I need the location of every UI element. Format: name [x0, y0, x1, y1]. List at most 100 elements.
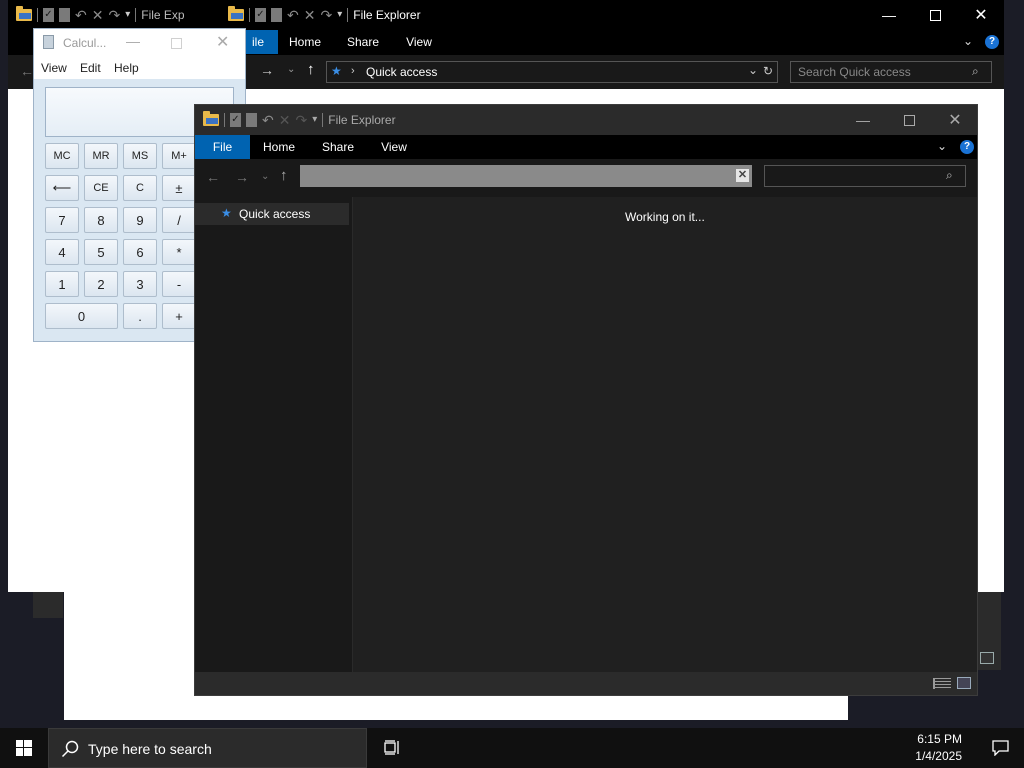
- maximize-icon[interactable]: [171, 38, 182, 49]
- multiply-button[interactable]: *: [162, 239, 196, 265]
- clear-address-icon[interactable]: ✕: [736, 169, 749, 182]
- forward-arrow-icon[interactable]: →: [260, 62, 274, 78]
- close-icon[interactable]: ✕: [216, 32, 229, 52]
- help-icon[interactable]: ?: [985, 35, 999, 49]
- undo-icon[interactable]: ↶: [262, 113, 274, 127]
- menu-edit[interactable]: Edit: [80, 61, 101, 75]
- subtract-button[interactable]: -: [162, 271, 196, 297]
- digit-0-button[interactable]: 0: [45, 303, 118, 329]
- search-icon: [61, 740, 79, 758]
- new-folder-icon[interactable]: [246, 113, 257, 127]
- taskbar-search-input[interactable]: Type here to search: [88, 741, 212, 757]
- separator: [224, 113, 225, 127]
- search-input[interactable]: Search Quick access: [798, 65, 911, 79]
- breadcrumb-separator: ›: [351, 65, 355, 77]
- up-arrow-icon[interactable]: ↑: [307, 61, 315, 78]
- customize-toolbar-icon[interactable]: ▾: [312, 113, 317, 127]
- minimize-button[interactable]: —: [840, 105, 886, 135]
- details-view-icon[interactable]: [933, 678, 951, 689]
- close-button[interactable]: ✕: [958, 0, 1004, 30]
- digit-6-button[interactable]: 6: [123, 239, 157, 265]
- front-file-explorer-window[interactable]: ✓ ↶ ✕ ↷ ▾ File Explorer — ✕ File Home Sh…: [194, 104, 978, 696]
- backspace-button[interactable]: ⟵: [45, 175, 79, 201]
- add-button[interactable]: +: [162, 303, 196, 329]
- redo-icon[interactable]: ↷: [108, 8, 120, 22]
- refresh-icon[interactable]: ↻: [763, 64, 773, 78]
- memory-clear-button[interactable]: MC: [45, 143, 79, 169]
- address-bar[interactable]: ★ › Quick access ⌄ ↻: [326, 61, 778, 83]
- maximize-button[interactable]: [912, 0, 958, 30]
- chevron-down-icon[interactable]: ⌄: [937, 139, 947, 153]
- chevron-down-icon[interactable]: ⌄: [963, 34, 973, 48]
- tab-home[interactable]: Home: [284, 30, 326, 54]
- delete-icon[interactable]: ✕: [279, 113, 291, 127]
- new-folder-icon[interactable]: [271, 8, 282, 22]
- properties-icon[interactable]: ✓: [43, 8, 54, 22]
- address-dropdown-icon[interactable]: ⌄: [748, 63, 758, 77]
- star-icon: ★: [331, 64, 342, 78]
- tab-share[interactable]: Share: [342, 30, 384, 54]
- properties-icon[interactable]: ✓: [255, 8, 266, 22]
- back-arrow-icon[interactable]: ←: [206, 169, 220, 185]
- large-icons-view-icon[interactable]: [957, 677, 971, 689]
- new-folder-icon[interactable]: [59, 8, 70, 22]
- memory-recall-button[interactable]: MR: [84, 143, 118, 169]
- maximize-button[interactable]: [886, 105, 932, 135]
- clear-button[interactable]: C: [123, 175, 157, 201]
- search-box[interactable]: ⌕: [764, 165, 966, 187]
- memory-store-button[interactable]: MS: [123, 143, 157, 169]
- task-view-button[interactable]: [372, 728, 412, 768]
- windows-start-icon: [16, 740, 32, 756]
- digit-2-button[interactable]: 2: [84, 271, 118, 297]
- breadcrumb[interactable]: Quick access: [366, 65, 437, 79]
- help-icon[interactable]: ?: [960, 140, 974, 154]
- menu-view[interactable]: View: [41, 61, 67, 75]
- back-arrow-icon[interactable]: ←: [20, 63, 34, 79]
- clear-entry-button[interactable]: CE: [84, 175, 118, 201]
- memory-add-button[interactable]: M+: [162, 143, 196, 169]
- digit-5-button[interactable]: 5: [84, 239, 118, 265]
- delete-icon[interactable]: ✕: [92, 8, 104, 22]
- minimize-icon[interactable]: —: [126, 33, 140, 49]
- taskbar-search-box[interactable]: Type here to search: [48, 728, 367, 768]
- customize-toolbar-icon[interactable]: ▾: [337, 8, 342, 22]
- digit-7-button[interactable]: 7: [45, 207, 79, 233]
- nav-item-quick-access[interactable]: ★ Quick access: [195, 203, 349, 225]
- separator: [135, 8, 137, 22]
- close-button[interactable]: ✕: [932, 105, 978, 135]
- tab-home[interactable]: Home: [257, 135, 301, 159]
- customize-toolbar-icon[interactable]: ▾: [125, 8, 130, 22]
- up-arrow-icon[interactable]: ↑: [280, 167, 288, 184]
- decimal-button[interactable]: .: [123, 303, 157, 329]
- minimize-button[interactable]: —: [866, 0, 912, 30]
- recent-locations-icon[interactable]: ⌄: [287, 64, 295, 75]
- digit-4-button[interactable]: 4: [45, 239, 79, 265]
- redo-icon[interactable]: ↷: [295, 113, 307, 127]
- undo-icon[interactable]: ↶: [287, 8, 299, 22]
- digit-9-button[interactable]: 9: [123, 207, 157, 233]
- digit-3-button[interactable]: 3: [123, 271, 157, 297]
- action-center-button[interactable]: [978, 728, 1024, 768]
- content-pane[interactable]: Working on it...: [353, 197, 977, 672]
- tab-view[interactable]: View: [400, 30, 438, 54]
- properties-icon[interactable]: ✓: [230, 113, 241, 127]
- minimize-icon: —: [882, 7, 896, 23]
- digit-8-button[interactable]: 8: [84, 207, 118, 233]
- tab-share[interactable]: Share: [315, 135, 361, 159]
- tab-view[interactable]: View: [375, 135, 413, 159]
- negate-button[interactable]: ±: [162, 175, 196, 201]
- redo-icon[interactable]: ↷: [320, 8, 332, 22]
- tab-file[interactable]: File: [195, 135, 250, 159]
- search-box[interactable]: Search Quick access ⌕: [790, 61, 992, 83]
- forward-arrow-icon[interactable]: →: [235, 169, 249, 185]
- divide-button[interactable]: /: [162, 207, 196, 233]
- digit-1-button[interactable]: 1: [45, 271, 79, 297]
- address-bar[interactable]: ✕: [300, 165, 752, 187]
- delete-icon[interactable]: ✕: [304, 8, 316, 22]
- menu-help[interactable]: Help: [114, 61, 139, 75]
- status-message: Working on it...: [625, 210, 705, 224]
- undo-icon[interactable]: ↶: [75, 8, 87, 22]
- recent-locations-icon[interactable]: ⌄: [261, 171, 269, 182]
- start-button[interactable]: [0, 728, 48, 768]
- clock[interactable]: 6:15 PM 1/4/2025: [900, 728, 980, 768]
